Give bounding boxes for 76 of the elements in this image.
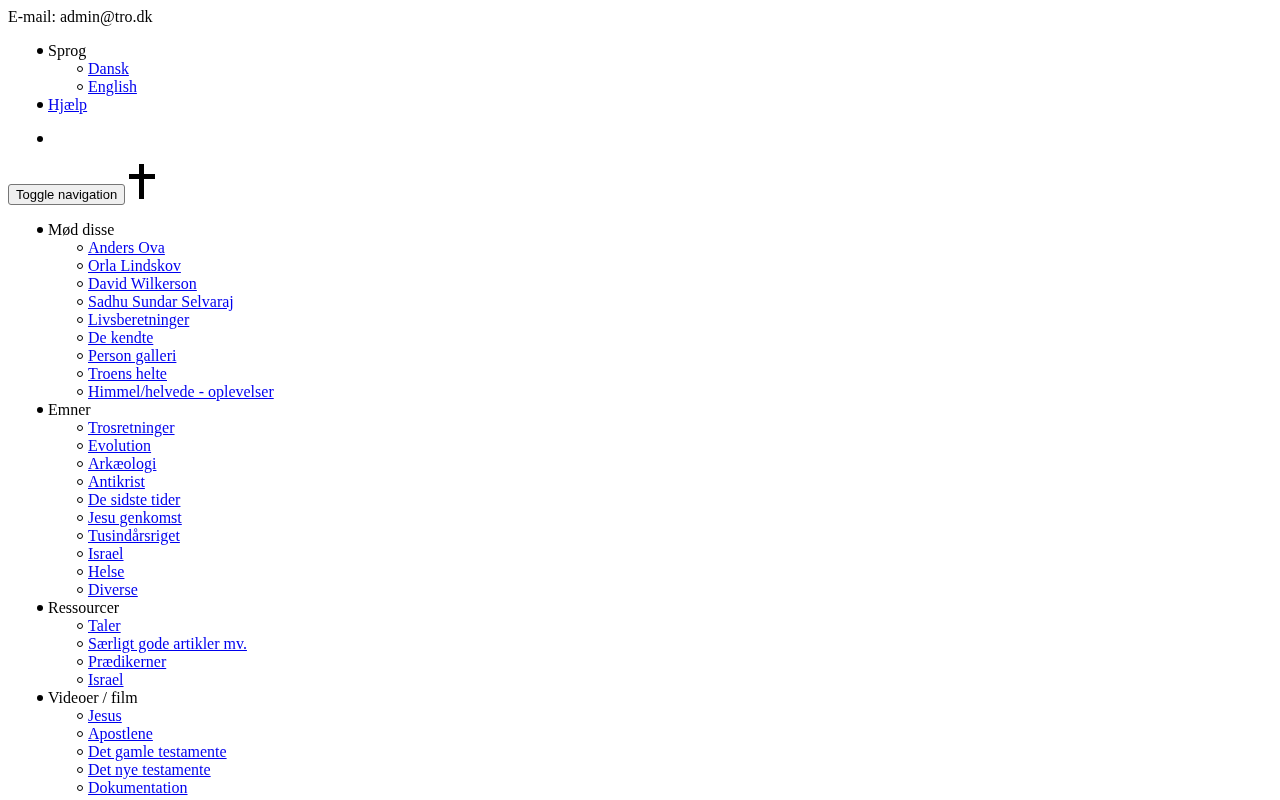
bullet-icon xyxy=(77,84,83,90)
bullet-icon xyxy=(37,605,43,611)
menu-link[interactable]: De kendte xyxy=(88,329,154,347)
bullet-icon xyxy=(77,569,83,575)
bullet-icon xyxy=(77,551,83,557)
menu-link[interactable]: English xyxy=(88,78,137,96)
bullet-icon xyxy=(77,281,83,287)
bullet-icon xyxy=(37,695,43,701)
toggle-navigation-button[interactable]: Toggle navigation xyxy=(8,184,126,205)
menu-heading: Videoer / film xyxy=(48,689,138,707)
bullet-icon xyxy=(37,227,43,233)
bullet-icon xyxy=(77,497,83,503)
bullet-icon xyxy=(37,102,43,108)
menu-heading: Ressourcer xyxy=(48,599,120,617)
menu-heading: Mød disse xyxy=(48,221,115,239)
bullet-icon xyxy=(77,371,83,377)
menu-link[interactable]: Dansk xyxy=(88,60,129,78)
bullet-icon xyxy=(77,317,83,323)
menu-link[interactable]: Det gamle testamente xyxy=(88,743,227,761)
bullet-icon xyxy=(77,641,83,647)
menu-link[interactable]: Livsberetninger xyxy=(88,311,190,329)
menu-link[interactable]: Jesus xyxy=(88,707,122,725)
bullet-icon xyxy=(77,731,83,737)
menu-link[interactable]: Særligt gode artikler mv. xyxy=(88,635,247,653)
bullet-icon xyxy=(77,299,83,305)
bullet-icon xyxy=(77,713,83,719)
bullet-icon xyxy=(77,425,83,431)
bullet-icon xyxy=(77,353,83,359)
bullet-icon xyxy=(77,785,83,791)
menu-link[interactable]: Hjælp xyxy=(48,96,88,114)
menu-link[interactable]: Sadhu Sundar Selvaraj xyxy=(88,293,234,311)
email-text: E-mail: admin@tro.dk xyxy=(8,8,153,26)
bullet-icon xyxy=(37,136,43,142)
menu-link[interactable]: Arkæologi xyxy=(88,455,157,473)
bullet-icon xyxy=(77,245,83,251)
menu-link[interactable]: David Wilkerson xyxy=(88,275,197,293)
menu-link[interactable]: Trosretninger xyxy=(88,419,175,437)
bullet-icon xyxy=(77,479,83,485)
bullet-icon xyxy=(77,515,83,521)
menu-link[interactable]: Taler xyxy=(88,617,121,635)
menu-link[interactable]: Diverse xyxy=(88,581,138,599)
menu-link[interactable]: Anders Ova xyxy=(88,239,165,257)
menu-link[interactable]: Himmel/helvede - oplevelser xyxy=(88,383,274,401)
bullet-icon xyxy=(37,407,43,413)
bullet-icon xyxy=(77,461,83,467)
bullet-icon xyxy=(77,66,83,72)
bullet-icon xyxy=(77,533,83,539)
bullet-icon xyxy=(77,389,83,395)
menu-link[interactable]: Jesu genkomst xyxy=(88,509,182,527)
menu-link[interactable]: Det nye testamente xyxy=(88,761,211,779)
bullet-icon xyxy=(37,48,43,54)
menu-link[interactable]: Dokumentation xyxy=(88,779,188,797)
bullet-icon xyxy=(77,623,83,629)
bullet-icon xyxy=(77,587,83,593)
menu-link[interactable]: Prædikerner xyxy=(88,653,167,671)
menu-link[interactable]: Helse xyxy=(88,563,125,581)
bullet-icon xyxy=(77,767,83,773)
menu-link[interactable]: Tusindårsriget xyxy=(88,527,180,545)
bullet-icon xyxy=(77,749,83,755)
menu-link[interactable]: Apostlene xyxy=(88,725,153,743)
menu-heading: Emner xyxy=(48,401,91,419)
menu-link[interactable]: Israel xyxy=(88,545,124,563)
bullet-icon xyxy=(77,443,83,449)
menu-link[interactable]: Person galleri xyxy=(88,347,177,365)
bullet-icon xyxy=(77,263,83,269)
menu-heading: Sprog xyxy=(48,42,87,60)
menu-link[interactable]: Israel xyxy=(88,671,124,689)
menu-link[interactable]: Evolution xyxy=(88,437,152,455)
cross-icon xyxy=(129,164,156,199)
menu-link[interactable]: Troens helte xyxy=(88,365,167,383)
bullet-icon xyxy=(77,677,83,683)
bullet-icon xyxy=(77,335,83,341)
bullet-icon xyxy=(77,659,83,665)
menu-link[interactable]: De sidste tider xyxy=(88,491,181,509)
menu-link[interactable]: Orla Lindskov xyxy=(88,257,181,275)
menu-link[interactable]: Antikrist xyxy=(88,473,145,491)
